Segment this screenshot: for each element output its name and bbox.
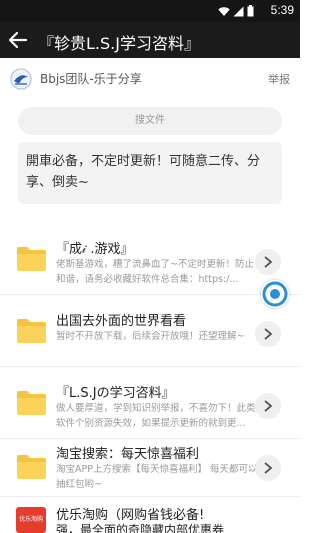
logo-icon bbox=[10, 68, 32, 90]
list-item[interactable]: 出国去外面的世界看看 暂时不开放下载，后续会开放哦！还望理解~ bbox=[0, 295, 300, 367]
item-title: 淘宝搜索：每天惊喜福利 bbox=[56, 447, 200, 462]
group-name: Bbjs团队-乐于分享 bbox=[40, 72, 142, 86]
group-notice: 開車必备，不定时更新！可随意二传、分享、倒卖~ bbox=[18, 142, 282, 204]
item-description: 淘宝APP上方搜索【每天惊喜福利】 每天都可以抽红包哟~ bbox=[56, 464, 258, 490]
folder-icon bbox=[17, 391, 46, 415]
status-icons bbox=[218, 5, 254, 17]
list-item[interactable]: 『成𝒾 .游戏』 佬斯基游戏，糟了流鼻血了~不定时更新！防止和谐，请务必收藏好软… bbox=[0, 223, 300, 295]
item-description: 暂时不开放下载，后续会开放哦！还望理解~ bbox=[56, 331, 245, 342]
open-folder-button[interactable] bbox=[255, 393, 281, 419]
list-item[interactable]: 淘宝搜索：每天惊喜福利 淘宝APP上方搜索【每天惊喜福利】 每天都可以抽红包哟~ bbox=[0, 439, 300, 497]
floating-assist-button[interactable] bbox=[261, 280, 289, 308]
folder-icon bbox=[17, 247, 46, 271]
app-bar: 『轸贵L.S.J学习咨料』 bbox=[0, 22, 300, 58]
group-avatar[interactable] bbox=[10, 68, 32, 90]
folder-icon bbox=[17, 455, 46, 479]
search-input[interactable]: 搜文件 bbox=[18, 107, 282, 135]
open-folder-button[interactable] bbox=[255, 249, 281, 275]
chevron-right-icon bbox=[264, 328, 273, 340]
group-header: Bbjs团队-乐于分享 举报 bbox=[0, 58, 300, 100]
folder-icon bbox=[17, 319, 46, 343]
chevron-right-icon bbox=[264, 400, 273, 412]
list-item[interactable]: 『L.S.Jの学习咨料』 做人要厚道，学到知识别举报，不喜勿下！此类软件个别资源… bbox=[0, 367, 300, 439]
item-description: 佬斯基游戏，糟了流鼻血了~不定时更新！防止和谐，请务必收藏好软件总合集：http… bbox=[56, 259, 254, 285]
report-button[interactable]: 举报 bbox=[268, 71, 290, 87]
status-bar: 5:39 bbox=[0, 0, 300, 22]
item-description: 做人要厚道，学到知识别举报，不喜勿下！此类软件个别资源失效，如果提示更新的就到更… bbox=[56, 403, 256, 429]
signal-icon bbox=[233, 6, 244, 16]
back-arrow-icon[interactable] bbox=[6, 28, 30, 52]
floating-ring-icon bbox=[262, 281, 288, 307]
page-title: 『轸贵L.S.J学习咨料』 bbox=[38, 34, 200, 53]
promo-item[interactable]: 优乐淘购 优乐淘购（网购省钱必备! 强，最全面的奇隐藏内部优惠券 bbox=[0, 497, 300, 533]
promo-subtitle: 强，最全面的奇隐藏内部优惠券 bbox=[56, 523, 225, 533]
open-folder-button[interactable] bbox=[255, 455, 281, 481]
promo-thumbnail: 优乐淘购 bbox=[16, 507, 46, 533]
open-folder-button[interactable] bbox=[255, 321, 281, 347]
item-title: 『L.S.Jの学习咨料』 bbox=[56, 386, 175, 401]
item-title: 出国去外面的世界看看 bbox=[56, 314, 187, 329]
chevron-right-icon bbox=[264, 256, 273, 268]
status-time: 5:39 bbox=[270, 3, 294, 17]
battery-icon bbox=[247, 5, 254, 17]
item-title: 『成𝒾 .游戏』 bbox=[56, 242, 134, 257]
chevron-right-icon bbox=[264, 462, 273, 474]
wifi-icon bbox=[218, 6, 230, 16]
